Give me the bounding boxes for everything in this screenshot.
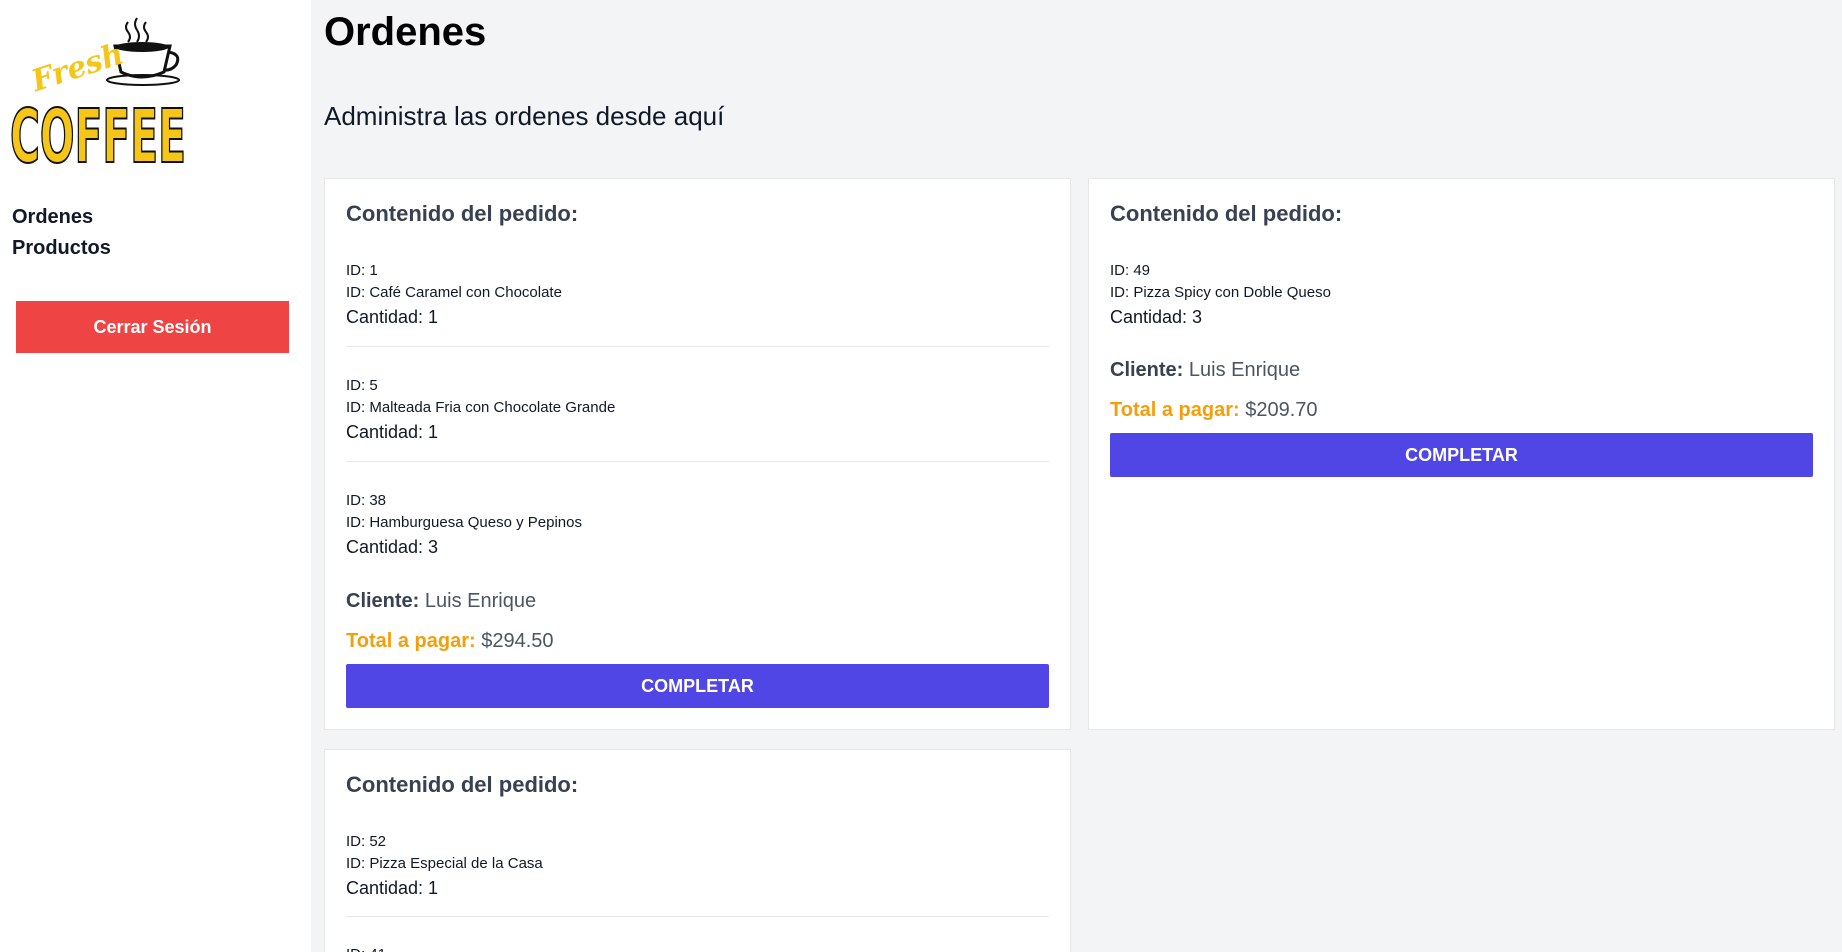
client-label: Cliente: xyxy=(346,590,420,612)
order-item: ID: 49 ID: Pizza Spicy con Doble Queso C… xyxy=(1110,260,1813,330)
order-item: ID: 52 ID: Pizza Especial de la Casa Can… xyxy=(346,831,1049,901)
total-label: Total a pagar: xyxy=(346,630,476,652)
fresh-coffee-logo: Fresh COFFEE xyxy=(10,17,187,166)
sidebar-nav: Ordenes Productos xyxy=(12,202,111,264)
complete-order-button[interactable]: COMPLETAR xyxy=(346,664,1049,708)
order-card: Contenido del pedido: ID: 49 ID: Pizza S… xyxy=(1088,178,1835,730)
logo-coffee-text: COFFEE xyxy=(10,94,186,166)
order-card: Contenido del pedido: ID: 52 ID: Pizza E… xyxy=(324,749,1071,952)
sidebar-item-productos[interactable]: Productos xyxy=(12,233,111,264)
item-id: ID: 1 xyxy=(346,262,378,279)
item-quantity: Cantidad: 3 xyxy=(1110,307,1203,327)
item-quantity: Cantidad: 1 xyxy=(346,307,439,327)
item-id: ID: 52 xyxy=(346,833,387,850)
item-id: ID: 41 xyxy=(346,944,1049,952)
item-quantity: Cantidad: 3 xyxy=(346,537,439,557)
item-name: ID: Pizza Spicy con Doble Queso xyxy=(1110,284,1331,301)
item-name: ID: Pizza Especial de la Casa xyxy=(346,855,543,872)
order-item: ID: 38 ID: Hamburguesa Queso y Pepinos C… xyxy=(346,490,1049,560)
order-heading: Contenido del pedido: xyxy=(346,772,579,797)
order-item: ID: 41 xyxy=(346,944,1049,952)
page-subtitle: Administra las ordenes desde aquí xyxy=(324,101,725,131)
client-label: Cliente: xyxy=(1110,359,1184,381)
order-item: ID: 5 ID: Malteada Fria con Chocolate Gr… xyxy=(346,375,1049,445)
item-name: ID: Café Caramel con Chocolate xyxy=(346,284,562,301)
page-title: Ordenes xyxy=(324,10,487,54)
client-name: Luis Enrique xyxy=(424,590,537,612)
complete-order-button[interactable]: COMPLETAR xyxy=(1110,433,1813,477)
order-card: Contenido del pedido: ID: 1 ID: Café Car… xyxy=(324,178,1071,730)
item-id: ID: 38 xyxy=(346,492,387,509)
item-quantity: Cantidad: 1 xyxy=(346,878,439,898)
order-heading: Contenido del pedido: xyxy=(1110,201,1343,226)
logo-fresh-text: Fresh xyxy=(26,37,128,100)
item-name: ID: Malteada Fria con Chocolate Grande xyxy=(346,399,616,416)
sidebar: Fresh COFFEE Ordenes Productos Cerrar Se… xyxy=(0,0,311,952)
order-total: Total a pagar: $294.50 xyxy=(346,630,554,653)
total-label: Total a pagar: xyxy=(1110,399,1240,421)
order-client: Cliente: Luis Enrique xyxy=(1110,359,1300,382)
item-quantity: Cantidad: 1 xyxy=(346,422,439,442)
main-content: Ordenes Administra las ordenes desde aqu… xyxy=(311,0,1842,952)
order-item: ID: 1 ID: Café Caramel con Chocolate Can… xyxy=(346,260,1049,330)
item-id: ID: 5 xyxy=(346,377,378,394)
sidebar-item-ordenes[interactable]: Ordenes xyxy=(12,202,111,233)
item-divider xyxy=(346,346,1049,347)
order-heading: Contenido del pedido: xyxy=(346,201,579,226)
order-total: Total a pagar: $209.70 xyxy=(1110,399,1318,422)
item-id: ID: 49 xyxy=(1110,262,1151,279)
total-amount: $209.70 xyxy=(1245,399,1318,421)
logout-button[interactable]: Cerrar Sesión xyxy=(16,301,289,353)
client-name: Luis Enrique xyxy=(1188,359,1301,381)
total-amount: $294.50 xyxy=(481,630,554,652)
item-name: ID: Hamburguesa Queso y Pepinos xyxy=(346,514,582,531)
item-divider xyxy=(346,461,1049,462)
item-divider xyxy=(346,916,1049,917)
order-client: Cliente: Luis Enrique xyxy=(346,590,536,613)
